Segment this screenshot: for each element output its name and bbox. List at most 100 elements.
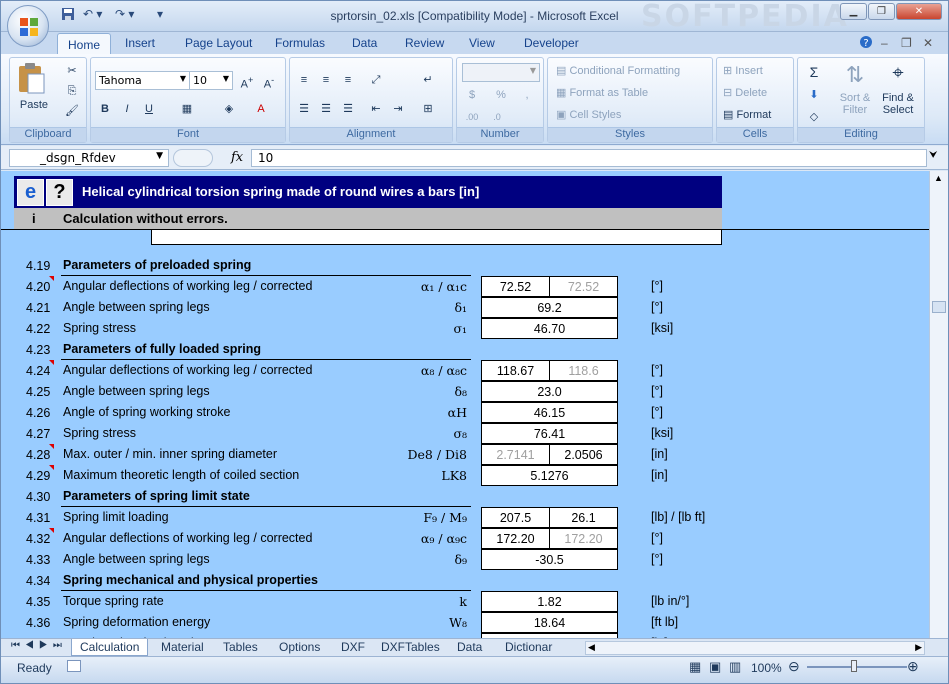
- value-cell[interactable]: 5.1276: [481, 465, 618, 486]
- vertical-scrollbar[interactable]: ▲: [929, 171, 948, 638]
- sort-filter-button[interactable]: ⇅ Sort & Filter: [836, 62, 874, 116]
- bold-icon[interactable]: B: [95, 100, 115, 118]
- copy-icon[interactable]: ⎘: [62, 82, 82, 100]
- value-cell[interactable]: 18.64: [481, 612, 618, 633]
- horizontal-scrollbar[interactable]: ◀ ▶: [585, 641, 925, 655]
- tab-review[interactable]: Review: [405, 36, 444, 50]
- font-name-select[interactable]: Tahoma ▼: [95, 71, 190, 90]
- align-right-icon[interactable]: ☰: [338, 100, 358, 118]
- scroll-right-icon[interactable]: ▶: [915, 642, 922, 653]
- expand-formula-bar-icon[interactable]: ⮟: [929, 150, 938, 161]
- value-cell[interactable]: 72.52: [481, 276, 550, 297]
- zoom-out-icon[interactable]: ⊖: [788, 658, 800, 675]
- zoom-level[interactable]: 100%: [751, 661, 782, 675]
- macro-record-icon[interactable]: [67, 660, 81, 672]
- align-center-icon[interactable]: ☰: [316, 100, 336, 118]
- format-as-table-button[interactable]: ▦ Format as Table: [556, 86, 648, 99]
- value-cell[interactable]: 207.5: [481, 507, 550, 528]
- normal-view-icon[interactable]: ▦: [689, 659, 701, 675]
- fill-icon[interactable]: ⬇: [804, 86, 824, 104]
- worksheet[interactable]: e ? Helical cylindrical torsion spring m…: [1, 171, 929, 638]
- name-box[interactable]: _dsgn_Rfdev ▼: [9, 149, 169, 167]
- italic-icon[interactable]: I: [117, 100, 137, 118]
- format-painter-icon[interactable]: 🖌: [62, 102, 82, 120]
- help-icon[interactable]: ?: [859, 35, 873, 52]
- sheet-tab-dxf[interactable]: DXF: [341, 640, 365, 654]
- percent-icon[interactable]: %: [491, 86, 511, 104]
- zoom-slider[interactable]: [807, 666, 907, 668]
- value-cell[interactable]: -30.5: [481, 549, 618, 570]
- cut-icon[interactable]: ✂: [62, 62, 82, 80]
- underline-icon[interactable]: U: [139, 100, 159, 118]
- merge-center-icon[interactable]: ⊞: [418, 100, 438, 118]
- ribbon-close-icon[interactable]: ✕: [923, 36, 933, 50]
- autosum-icon[interactable]: Σ: [804, 63, 824, 81]
- grow-font-icon[interactable]: A+: [237, 71, 257, 91]
- sheet-tab-dxftables[interactable]: DXFTables: [381, 640, 440, 654]
- value-cell[interactable]: 23.0: [481, 381, 618, 402]
- find-select-button[interactable]: ⌖ Find & Select: [878, 62, 918, 116]
- value-cell[interactable]: 1.82: [481, 591, 618, 612]
- sheet-tab-data[interactable]: Data: [457, 640, 482, 654]
- close-button[interactable]: ✕: [896, 3, 942, 20]
- fill-color-icon[interactable]: ◈: [219, 100, 239, 118]
- decrease-decimal-icon[interactable]: .0: [487, 108, 507, 126]
- value-cell[interactable]: 26.1: [549, 507, 618, 528]
- minimize-button[interactable]: ▁: [840, 3, 867, 20]
- value-cell[interactable]: 172.20: [549, 528, 618, 549]
- formula-input[interactable]: 10: [251, 149, 927, 167]
- sheet-tab-calculation[interactable]: Calculation: [71, 639, 149, 656]
- sheet-tab-material[interactable]: Material: [161, 640, 204, 654]
- font-color-icon[interactable]: A: [251, 100, 271, 118]
- wrap-text-icon[interactable]: ↵: [418, 71, 438, 89]
- clear-icon[interactable]: ◇: [804, 108, 824, 126]
- value-cell[interactable]: 46.15: [481, 402, 618, 423]
- value-cell[interactable]: 2.7141: [481, 444, 550, 465]
- tab-home[interactable]: Home: [57, 33, 112, 55]
- value-cell[interactable]: 76.41: [481, 423, 618, 444]
- value-cell[interactable]: 118.6: [549, 360, 618, 381]
- scroll-left-icon[interactable]: ◀: [588, 642, 595, 653]
- cell-styles-button[interactable]: ▣ Cell Styles: [556, 108, 621, 121]
- value-cell[interactable]: 2.0506: [549, 444, 618, 465]
- sheet-tab-options[interactable]: Options: [279, 640, 320, 654]
- delete-cells-button[interactable]: ⊟ Delete: [723, 86, 767, 99]
- align-middle-icon[interactable]: ≡: [316, 71, 336, 89]
- sheet-nav-icon[interactable]: ⏮◀▶⏭: [11, 640, 67, 651]
- borders-icon[interactable]: ▦: [177, 100, 197, 118]
- shrink-font-icon[interactable]: A-: [259, 71, 279, 91]
- align-top-icon[interactable]: ≡: [294, 71, 314, 89]
- maximize-button[interactable]: ❐: [868, 3, 895, 20]
- tab-page-layout[interactable]: Page Layout: [185, 36, 252, 50]
- page-layout-view-icon[interactable]: ▣: [709, 659, 721, 675]
- comma-icon[interactable]: ,: [517, 86, 537, 104]
- sheet-tab-dictionar[interactable]: Dictionar: [505, 640, 552, 654]
- align-left-icon[interactable]: ☰: [294, 100, 314, 118]
- conditional-formatting-button[interactable]: ▤ Conditional Formatting: [556, 64, 680, 77]
- font-size-select[interactable]: 10 ▼: [189, 71, 233, 90]
- align-bottom-icon[interactable]: ≡: [338, 71, 358, 89]
- increase-decimal-icon[interactable]: .00: [462, 108, 482, 126]
- office-button[interactable]: [7, 5, 49, 47]
- orientation-icon[interactable]: ⤢: [366, 71, 386, 89]
- internet-explorer-icon[interactable]: e: [17, 179, 44, 206]
- zoom-in-icon[interactable]: ⊕: [907, 658, 919, 675]
- value-cell[interactable]: 118.67: [481, 360, 550, 381]
- help-question-icon[interactable]: ?: [46, 179, 73, 206]
- ribbon-restore-icon[interactable]: ❐: [901, 36, 912, 50]
- ribbon-minimize-icon[interactable]: ‒: [881, 36, 888, 50]
- zoom-slider-thumb[interactable]: [851, 660, 857, 672]
- sheet-tab-tables[interactable]: Tables: [223, 640, 258, 654]
- tab-data[interactable]: Data: [352, 36, 377, 50]
- scroll-up-icon[interactable]: ▲: [934, 173, 943, 183]
- format-cells-button[interactable]: ▤ Format: [723, 108, 771, 121]
- insert-function-icon[interactable]: fx: [231, 150, 243, 165]
- currency-icon[interactable]: $: [462, 86, 482, 104]
- message-cell[interactable]: [151, 229, 722, 245]
- page-break-view-icon[interactable]: ▥: [729, 659, 741, 675]
- value-cell[interactable]: 46.70: [481, 318, 618, 339]
- scrollbar-thumb[interactable]: [932, 301, 946, 313]
- paste-button[interactable]: Paste: [16, 62, 52, 114]
- tab-view[interactable]: View: [469, 36, 495, 50]
- value-cell[interactable]: 172.20: [481, 528, 550, 549]
